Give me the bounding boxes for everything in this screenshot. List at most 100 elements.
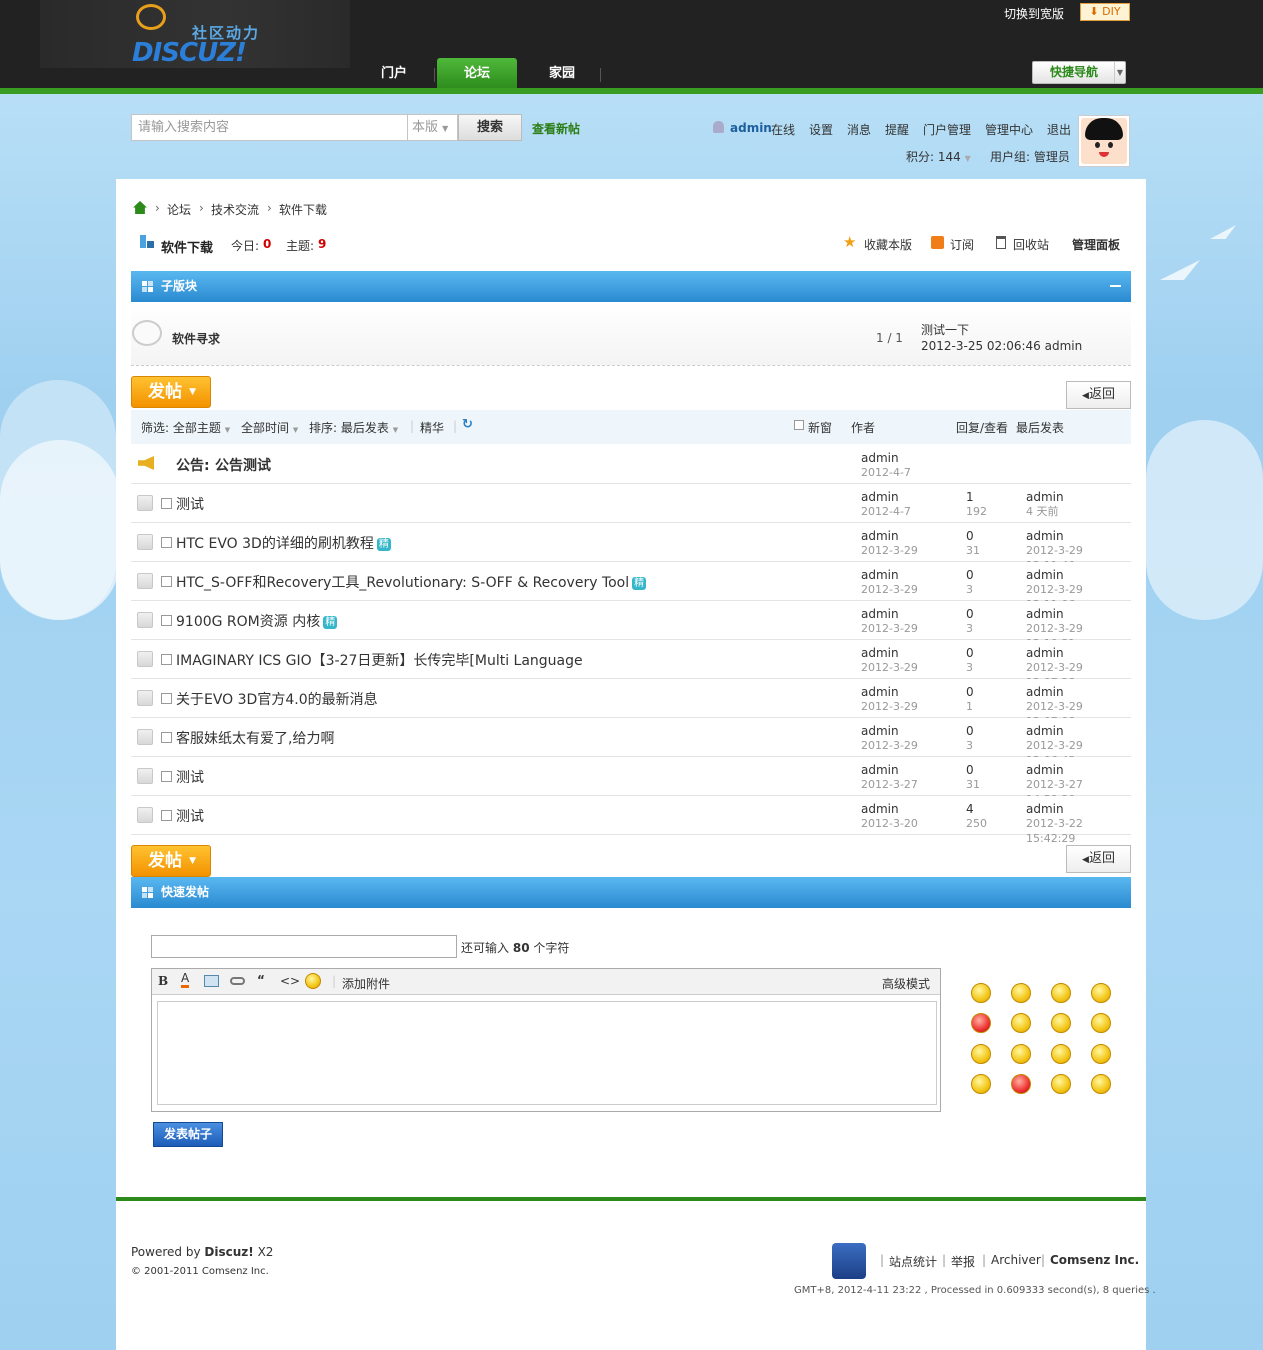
subforum-name[interactable]: 软件寻求 [172, 330, 220, 347]
advanced-mode-link[interactable]: 高级模式 [882, 975, 930, 992]
thread-title[interactable]: 关于EVO 3D官方4.0的最新消息 [176, 692, 378, 708]
admin-panel-link[interactable]: 管理面板 [1072, 236, 1120, 253]
smiley-icon[interactable] [1011, 1074, 1031, 1094]
folder-icon[interactable] [137, 768, 153, 784]
folder-icon[interactable] [137, 651, 153, 667]
back-button[interactable]: ◀返回 [1066, 381, 1131, 409]
thread-last-user[interactable]: admin [1026, 568, 1064, 582]
thread-title[interactable]: IMAGINARY ICS GIO【3-27日更新】长传完毕[Multi Lan… [176, 653, 583, 669]
switch-width-link[interactable]: 切换到宽版 [1004, 5, 1064, 22]
folder-icon[interactable] [137, 807, 153, 823]
thread-last-user[interactable]: admin [1026, 607, 1064, 621]
footer-link-comsenz[interactable]: Comsenz Inc. [1050, 1253, 1139, 1267]
thread-checkbox[interactable] [161, 810, 172, 821]
thread-author[interactable]: admin [861, 646, 899, 660]
thread-replies[interactable]: 0 [966, 607, 974, 621]
folder-icon[interactable] [137, 534, 153, 550]
thread-checkbox[interactable] [161, 537, 172, 548]
user-link-messages[interactable]: 消息 [847, 121, 871, 138]
subject-input[interactable] [151, 935, 457, 958]
message-textarea[interactable] [157, 1001, 937, 1105]
search-button[interactable]: 搜索 [458, 114, 522, 141]
filter-digest[interactable]: 精华 [420, 419, 444, 436]
search-scope-select[interactable]: 本版 ▼ [408, 114, 458, 141]
smiley-icon[interactable] [1051, 1074, 1071, 1094]
favorite-forum-link[interactable]: 收藏本版 [864, 236, 912, 253]
recycle-bin-link[interactable]: 回收站 [1013, 236, 1049, 253]
smiley-icon[interactable] [1011, 983, 1031, 1003]
avatar[interactable] [1078, 115, 1130, 167]
thread-replies[interactable]: 1 [966, 490, 974, 504]
filter-all-topics[interactable]: 筛选: 全部主题 ▼ [141, 419, 230, 436]
smiley-icon[interactable] [1091, 1013, 1111, 1033]
thread-replies[interactable]: 0 [966, 568, 974, 582]
thread-replies[interactable]: 0 [966, 685, 974, 699]
thread-author[interactable]: admin [861, 568, 899, 582]
bold-icon[interactable]: B [158, 974, 168, 988]
thread-checkbox[interactable] [161, 693, 172, 704]
thread-title[interactable]: 测试 [176, 497, 204, 513]
quote-icon[interactable]: “ [257, 973, 265, 987]
user-link-portal-admin[interactable]: 门户管理 [923, 121, 971, 138]
thread-title[interactable]: HTC_S-OFF和Recovery工具_Revolutionary: S-OF… [176, 575, 629, 591]
thread-author[interactable]: admin [861, 802, 899, 816]
user-link-admin-center[interactable]: 管理中心 [985, 121, 1033, 138]
footer-link-archiver[interactable]: Archiver [991, 1253, 1041, 1267]
smiley-icon[interactable] [1051, 1013, 1071, 1033]
thread-title[interactable]: 测试 [176, 809, 204, 825]
thread-checkbox[interactable] [161, 498, 172, 509]
announcement-title[interactable]: 公告测试 [215, 455, 271, 475]
thread-last-user[interactable]: admin [1026, 646, 1064, 660]
thread-last-user[interactable]: admin [1026, 802, 1064, 816]
smiley-icon[interactable] [971, 1074, 991, 1094]
breadcrumb-forum[interactable]: 论坛 [167, 201, 191, 218]
thread-last-time[interactable]: 2012-3-22 15:42:29 [1026, 817, 1083, 845]
back-button-bottom[interactable]: ◀返回 [1066, 845, 1131, 873]
thread-checkbox[interactable] [161, 771, 172, 782]
code-icon[interactable]: <> [280, 974, 300, 988]
thread-title[interactable]: 客服妹纸太有爱了,给力啊 [176, 731, 334, 747]
thread-checkbox[interactable] [161, 576, 172, 587]
smiley-icon[interactable] [305, 973, 321, 989]
smiley-icon[interactable] [1051, 983, 1071, 1003]
footer-link-stats[interactable]: 站点统计 [889, 1253, 937, 1270]
submit-post-button[interactable]: 发表帖子 [153, 1122, 223, 1147]
smiley-icon[interactable] [1091, 1074, 1111, 1094]
thread-checkbox[interactable] [161, 732, 172, 743]
nav-tab-portal[interactable]: 门户 [354, 58, 434, 90]
thread-title[interactable]: 9100G ROM资源 内核 [176, 614, 320, 630]
user-link-settings[interactable]: 设置 [809, 121, 833, 138]
smiley-icon[interactable] [1091, 1044, 1111, 1064]
collapse-icon[interactable] [1110, 285, 1121, 287]
site-logo[interactable]: 社区动力 DISCUZ! [130, 2, 270, 68]
link-icon[interactable] [230, 977, 245, 985]
sort-last-post[interactable]: 排序: 最后发表 ▼ [309, 419, 398, 436]
thread-last-user[interactable]: admin [1026, 490, 1064, 504]
thread-replies[interactable]: 0 [966, 646, 974, 660]
smiley-icon[interactable] [1011, 1044, 1031, 1064]
filter-all-time[interactable]: 全部时间 ▼ [241, 419, 298, 436]
font-color-icon[interactable]: A [181, 972, 190, 988]
smiley-icon[interactable] [971, 1044, 991, 1064]
smiley-icon[interactable] [1011, 1013, 1031, 1033]
user-link-notices[interactable]: 提醒 [885, 121, 909, 138]
thread-last-user[interactable]: admin [1026, 685, 1064, 699]
folder-icon[interactable] [137, 495, 153, 511]
thread-replies[interactable]: 0 [966, 724, 974, 738]
smiley-icon[interactable] [971, 1013, 991, 1033]
user-link-logout[interactable]: 退出 [1047, 121, 1071, 138]
new-post-button-bottom[interactable]: 发帖 ▼ [131, 845, 211, 877]
smiley-icon[interactable] [1091, 983, 1111, 1003]
thread-title[interactable]: 测试 [176, 770, 204, 786]
powered-link[interactable]: Discuz! [204, 1245, 253, 1259]
thread-replies[interactable]: 4 [966, 802, 974, 816]
new-post-button[interactable]: 发帖 ▼ [131, 376, 211, 408]
thread-checkbox[interactable] [161, 654, 172, 665]
username-link[interactable]: admin [730, 121, 772, 135]
thread-author[interactable]: admin [861, 763, 899, 777]
folder-icon[interactable] [137, 573, 153, 589]
smiley-icon[interactable] [971, 983, 991, 1003]
home-icon[interactable] [133, 201, 147, 217]
announcement-author[interactable]: admin [861, 451, 899, 465]
thread-last-user[interactable]: admin [1026, 763, 1064, 777]
